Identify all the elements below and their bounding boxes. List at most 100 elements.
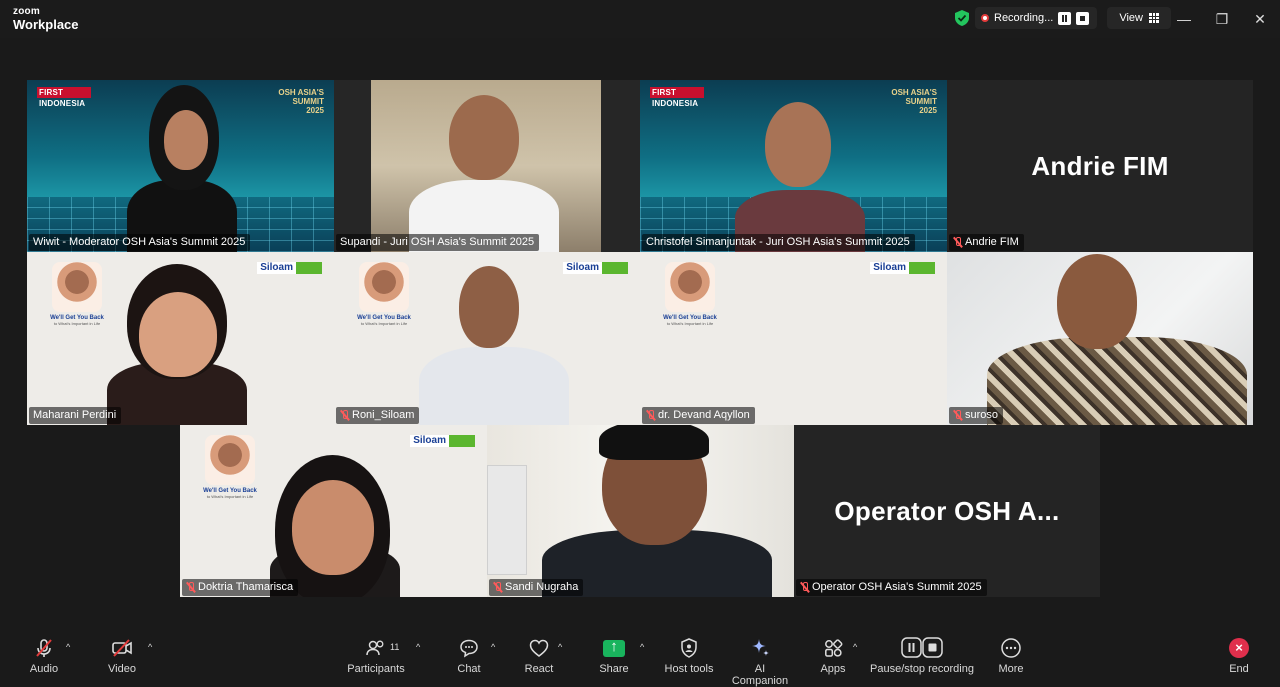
pause-stop-label: Pause/stop recording bbox=[870, 663, 974, 675]
participants-icon bbox=[366, 640, 384, 656]
participant-display-name: Operator OSH A... bbox=[794, 425, 1100, 597]
encryption-shield-icon[interactable] bbox=[955, 10, 969, 26]
pause-recording-icon[interactable] bbox=[1058, 11, 1072, 25]
react-label: React bbox=[524, 663, 554, 675]
siloam-logo: Siloam bbox=[870, 262, 935, 274]
siloam-logo: Siloam bbox=[563, 262, 628, 274]
participants-button[interactable]: 11 Participants bbox=[346, 636, 406, 675]
end-label: End bbox=[1229, 663, 1249, 675]
chat-button[interactable]: Chat bbox=[452, 636, 486, 675]
mic-muted-icon bbox=[800, 582, 809, 593]
audio-options-chevron-icon[interactable]: ^ bbox=[66, 642, 70, 652]
participant-name-tag: Andrie FIM bbox=[949, 234, 1024, 251]
siloam-logo: Siloam bbox=[257, 262, 322, 274]
share-options-chevron-icon[interactable]: ^ bbox=[640, 642, 644, 652]
video-tile-devand[interactable]: We'll Get You Back to What's Important in… bbox=[640, 252, 947, 425]
siloam-poster: We'll Get You Back to What's Important in… bbox=[47, 262, 107, 347]
video-tile-christofel[interactable]: FIRST INDONESIA OSH ASIA'S SUMMIT 2025 Chr… bbox=[640, 80, 947, 252]
end-button[interactable]: × End bbox=[1224, 636, 1254, 675]
participant-name-tag: dr. Devand Aqyllon bbox=[642, 407, 755, 424]
mic-muted-icon bbox=[340, 410, 349, 421]
recording-indicator[interactable]: Recording... bbox=[975, 7, 1098, 29]
video-tile-andrie[interactable]: Andrie FIM Andrie FIM bbox=[947, 80, 1253, 252]
stop-recording-icon[interactable] bbox=[1076, 11, 1090, 25]
meeting-toolbar: Audio ^ Video ^ 11 Participants ^ Chat ^… bbox=[0, 630, 1280, 687]
apps-button[interactable]: Apps bbox=[816, 636, 850, 675]
heart-icon bbox=[529, 639, 549, 657]
participant-name-tag: Wiwit - Moderator OSH Asia's Summit 2025 bbox=[29, 234, 251, 251]
react-options-chevron-icon[interactable]: ^ bbox=[558, 642, 562, 652]
host-tools-button[interactable]: Host tools bbox=[662, 636, 716, 675]
mic-muted-icon bbox=[953, 410, 962, 421]
participant-name-tag: Maharani Perdini bbox=[29, 407, 122, 424]
pause-stop-recording-button[interactable]: Pause/stop recording bbox=[870, 636, 974, 675]
share-label: Share bbox=[599, 663, 629, 675]
osh-summit-logo: OSH ASIA'S SUMMIT 2025 bbox=[891, 88, 937, 115]
chat-options-chevron-icon[interactable]: ^ bbox=[491, 642, 495, 652]
mic-muted-icon bbox=[493, 582, 502, 593]
participant-name-tag: Supandi - Juri OSH Asia's Summit 2025 bbox=[336, 234, 540, 251]
participant-name-tag: Operator OSH Asia's Summit 2025 bbox=[796, 579, 987, 596]
meeting-top-controls: Recording... View bbox=[955, 7, 1171, 29]
chat-label: Chat bbox=[457, 663, 481, 675]
mic-muted-icon bbox=[186, 582, 195, 593]
host-tools-label: Host tools bbox=[664, 663, 714, 675]
participant-display-name: Andrie FIM bbox=[947, 80, 1253, 252]
participant-name-tag: suroso bbox=[949, 407, 1004, 424]
ai-companion-button[interactable]: AI Companion bbox=[726, 636, 794, 687]
view-label: View bbox=[1119, 12, 1143, 24]
apps-options-chevron-icon[interactable]: ^ bbox=[853, 642, 857, 652]
participant-name-tag: Christofel Simanjuntak - Juri OSH Asia's… bbox=[642, 234, 915, 251]
audio-label: Audio bbox=[29, 663, 59, 675]
close-window-button[interactable]: ✕ bbox=[1250, 9, 1270, 29]
mic-muted-icon bbox=[646, 410, 655, 421]
restore-button[interactable]: ❐ bbox=[1212, 9, 1232, 29]
sparkle-icon bbox=[752, 639, 769, 656]
more-button[interactable]: More bbox=[994, 636, 1028, 675]
apps-icon bbox=[825, 639, 843, 657]
audio-button[interactable]: Audio bbox=[26, 636, 62, 675]
end-meeting-icon: × bbox=[1229, 638, 1249, 658]
apps-label: Apps bbox=[820, 663, 846, 675]
chat-icon bbox=[460, 639, 478, 658]
video-tile-suroso[interactable]: suroso bbox=[947, 252, 1253, 425]
react-button[interactable]: React bbox=[522, 636, 556, 675]
siloam-poster: We'll Get You Back to What's Important in… bbox=[200, 435, 260, 520]
minimize-button[interactable]: — bbox=[1174, 9, 1194, 29]
title-bar: zoom Workplace Recording... View — ❐ ✕ bbox=[0, 0, 1280, 38]
video-tile-sandi[interactable]: Sandi Nugraha bbox=[487, 425, 794, 597]
pause-stop-icon bbox=[901, 637, 943, 658]
recording-label: Recording... bbox=[994, 12, 1054, 24]
grid-icon bbox=[1148, 13, 1159, 23]
video-tile-roni[interactable]: We'll Get You Back to What's Important in… bbox=[334, 252, 640, 425]
first-indonesia-logo: FIRST INDONESIA bbox=[37, 87, 91, 108]
siloam-logo: Siloam bbox=[410, 435, 475, 447]
shield-icon bbox=[681, 638, 697, 658]
recording-dot-icon bbox=[981, 14, 989, 22]
participants-count: 11 bbox=[390, 642, 400, 652]
participants-options-chevron-icon[interactable]: ^ bbox=[416, 642, 420, 652]
siloam-poster: We'll Get You Back to What's Important in… bbox=[660, 262, 720, 347]
video-tile-supandi[interactable]: Supandi - Juri OSH Asia's Summit 2025 bbox=[334, 80, 640, 252]
participant-name-tag: Roni_Siloam bbox=[336, 407, 420, 424]
ai-companion-label: AI Companion bbox=[731, 663, 789, 687]
video-options-chevron-icon[interactable]: ^ bbox=[148, 642, 152, 652]
video-tile-maharani[interactable]: We'll Get You Back to What's Important in… bbox=[27, 252, 334, 425]
first-indonesia-logo: FIRST INDONESIA bbox=[650, 87, 704, 108]
video-tile-operator[interactable]: Operator OSH A... Operator OSH Asia's Su… bbox=[794, 425, 1100, 597]
participants-label: Participants bbox=[347, 663, 405, 675]
microphone-muted-icon bbox=[36, 639, 52, 657]
more-icon bbox=[1001, 638, 1021, 658]
view-button[interactable]: View bbox=[1107, 7, 1171, 29]
zoom-logo: zoom Workplace bbox=[13, 7, 79, 32]
camera-off-icon bbox=[112, 639, 132, 657]
video-label: Video bbox=[108, 663, 136, 675]
share-button[interactable]: Share bbox=[596, 636, 632, 676]
video-tile-wiwit[interactable]: FIRST INDONESIA OSH ASIA'S SUMMIT 2025 Wiw… bbox=[27, 80, 334, 252]
osh-summit-logo: OSH ASIA'S SUMMIT 2025 bbox=[278, 88, 324, 115]
video-button[interactable]: Video bbox=[104, 636, 140, 675]
mic-muted-icon bbox=[953, 237, 962, 248]
video-tile-doktria[interactable]: We'll Get You Back to What's Important in… bbox=[180, 425, 487, 597]
more-label: More bbox=[998, 663, 1024, 675]
brand-large: Workplace bbox=[13, 17, 79, 32]
